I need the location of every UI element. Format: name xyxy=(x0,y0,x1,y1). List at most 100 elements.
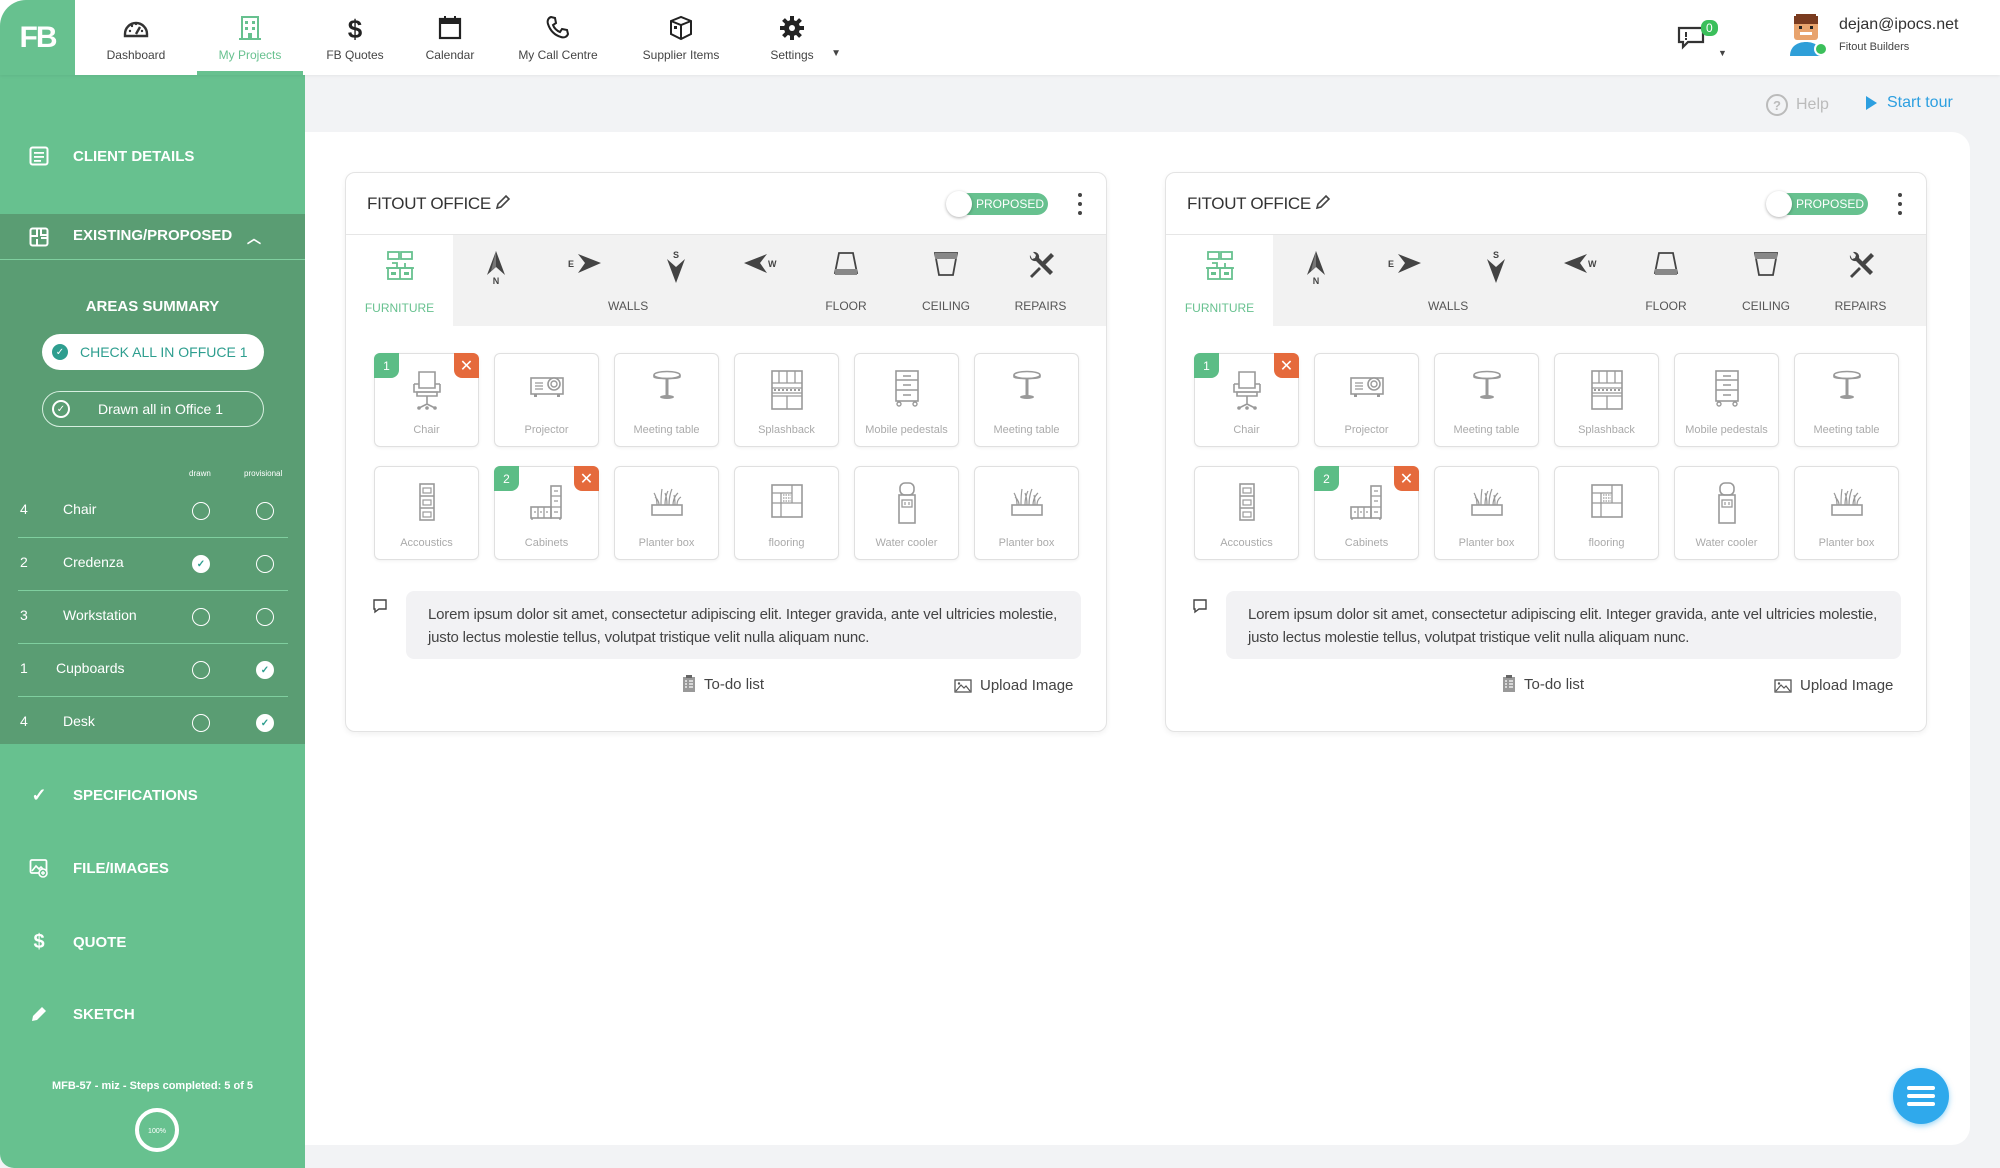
edit-pencil-icon[interactable] xyxy=(1315,194,1331,210)
furniture-tile[interactable]: Projector xyxy=(1314,353,1419,447)
notifications-button[interactable]: 0 ▼ xyxy=(1676,20,1727,62)
sidebar-item-file-images[interactable]: FILE/IMAGES xyxy=(0,853,305,883)
help-link[interactable]: ? Help xyxy=(1766,94,1829,116)
tab-floor[interactable]: FLOOR xyxy=(1636,235,1696,326)
furniture-tile[interactable]: Cabinets 2 ✕ xyxy=(494,466,599,560)
furniture-tile[interactable]: Meeting table xyxy=(1794,353,1899,447)
tab-label: REPAIRS xyxy=(1014,299,1067,313)
provisional-checkbox[interactable] xyxy=(256,661,274,679)
furniture-tile[interactable]: flooring xyxy=(734,466,839,560)
comment-text[interactable]: Lorem ipsum dolor sit amet, consectetur … xyxy=(1226,591,1901,659)
tab-wall-north[interactable]: N xyxy=(1286,235,1346,326)
user-email[interactable]: dejan@ipocs.net xyxy=(1839,16,1958,34)
furniture-tile[interactable]: Meeting table xyxy=(974,353,1079,447)
nav-my-call-centre[interactable]: My Call Centre xyxy=(493,0,623,75)
furniture-tile[interactable]: Cabinets 2 ✕ xyxy=(1314,466,1419,560)
nav-dashboard[interactable]: Dashboard xyxy=(75,0,197,75)
table-icon xyxy=(615,368,718,402)
furniture-tile[interactable]: Projector xyxy=(494,353,599,447)
furniture-tile[interactable]: Water cooler xyxy=(854,466,959,560)
menu-fab-button[interactable] xyxy=(1893,1068,1949,1124)
upload-image-button[interactable]: Upload Image xyxy=(954,677,1073,694)
provisional-checkbox[interactable] xyxy=(256,608,274,626)
nav-fb-quotes[interactable]: $ FB Quotes xyxy=(303,0,407,75)
sidebar-item-existing-proposed[interactable]: EXISTING/PROPOSED ︿ xyxy=(0,214,305,260)
remove-icon[interactable]: ✕ xyxy=(574,466,599,491)
tab-wall-south[interactable]: S xyxy=(1466,235,1526,326)
furniture-tile[interactable]: flooring xyxy=(1554,466,1659,560)
document-icon xyxy=(28,145,50,167)
more-options-icon[interactable] xyxy=(1076,193,1084,215)
furniture-tile[interactable]: Planter box xyxy=(1434,466,1539,560)
furniture-tile[interactable]: Splashback xyxy=(1554,353,1659,447)
provisional-checkbox[interactable] xyxy=(256,555,274,573)
tab-wall-west[interactable]: W xyxy=(1551,235,1611,326)
tab-furniture[interactable]: FURNITURE xyxy=(346,235,453,326)
drawn-checkbox[interactable] xyxy=(192,714,210,732)
provisional-checkbox[interactable] xyxy=(256,714,274,732)
tab-floor[interactable]: FLOOR xyxy=(816,235,876,326)
todo-list-button[interactable]: To-do list xyxy=(1502,675,1584,693)
app-logo[interactable]: FB xyxy=(0,0,75,75)
calendar-icon xyxy=(438,15,462,39)
furniture-tile[interactable]: Chair 1 ✕ xyxy=(1194,353,1299,447)
furniture-tile[interactable]: Meeting table xyxy=(614,353,719,447)
furniture-tile[interactable]: Meeting table xyxy=(1434,353,1539,447)
comment-text[interactable]: Lorem ipsum dolor sit amet, consectetur … xyxy=(406,591,1081,659)
tab-furniture[interactable]: FURNITURE xyxy=(1166,235,1273,326)
furniture-tile[interactable]: Mobile pedestals xyxy=(854,353,959,447)
drawn-all-button[interactable]: ✓ Drawn all in Office 1 xyxy=(42,391,264,427)
upload-image-button[interactable]: Upload Image xyxy=(1774,677,1893,694)
sidebar-item-quote[interactable]: $ QUOTE xyxy=(0,927,305,957)
remove-icon[interactable]: ✕ xyxy=(1394,466,1419,491)
sidebar-item-label: SKETCH xyxy=(73,1005,135,1023)
furniture-tile[interactable]: Planter box xyxy=(974,466,1079,560)
tab-ceiling[interactable]: CEILING xyxy=(911,235,981,326)
furniture-tile[interactable]: Water cooler xyxy=(1674,466,1779,560)
furniture-tile[interactable]: Mobile pedestals xyxy=(1674,353,1779,447)
nav-settings[interactable]: Settings ▼ xyxy=(739,0,845,75)
tab-wall-east[interactable]: E xyxy=(1374,235,1434,326)
drawn-checkbox[interactable] xyxy=(192,555,210,573)
furniture-tile[interactable]: Accoustics xyxy=(1194,466,1299,560)
projector-icon xyxy=(1315,368,1418,402)
tab-wall-north[interactable]: N xyxy=(466,235,526,326)
drawn-checkbox[interactable] xyxy=(192,661,210,679)
proposed-toggle[interactable]: PROPOSED xyxy=(946,191,1048,217)
furniture-tile[interactable]: Chair 1 ✕ xyxy=(374,353,479,447)
tab-wall-south[interactable]: S xyxy=(646,235,706,326)
image-icon xyxy=(954,678,972,693)
edit-pencil-icon[interactable] xyxy=(495,194,511,210)
remove-icon[interactable]: ✕ xyxy=(454,353,479,378)
start-tour-link[interactable]: Start tour xyxy=(1866,94,1953,112)
existing-proposed-section: EXISTING/PROPOSED ︿ AREAS SUMMARY ✓ CHEC… xyxy=(0,214,305,744)
tab-repairs[interactable]: REPAIRS xyxy=(1003,235,1078,326)
provisional-checkbox[interactable] xyxy=(256,502,274,520)
sidebar-item-sketch[interactable]: SKETCH xyxy=(0,999,305,1029)
avatar[interactable] xyxy=(1786,12,1828,56)
upload-label: Upload Image xyxy=(980,677,1074,694)
furniture-tile[interactable]: Splashback xyxy=(734,353,839,447)
check-all-button[interactable]: ✓ CHECK ALL IN OFFUCE 1 xyxy=(42,334,264,370)
gauge-icon xyxy=(123,21,149,37)
furniture-tile[interactable]: Accoustics xyxy=(374,466,479,560)
remove-icon[interactable]: ✕ xyxy=(1274,353,1299,378)
sidebar-item-specifications[interactable]: ✓ SPECIFICATIONS xyxy=(0,780,305,810)
drawn-checkbox[interactable] xyxy=(192,608,210,626)
tab-repairs[interactable]: REPAIRS xyxy=(1823,235,1898,326)
tab-wall-east[interactable]: E xyxy=(554,235,614,326)
proposed-toggle[interactable]: PROPOSED xyxy=(1766,191,1868,217)
nav-supplier-items[interactable]: Supplier Items xyxy=(623,0,739,75)
todo-list-button[interactable]: To-do list xyxy=(682,675,764,693)
more-options-icon[interactable] xyxy=(1896,193,1904,215)
check-circle-outline-icon: ✓ xyxy=(52,400,70,418)
tab-wall-west[interactable]: W xyxy=(731,235,791,326)
furniture-tile[interactable]: Planter box xyxy=(1794,466,1899,560)
nav-calendar[interactable]: Calendar xyxy=(407,0,493,75)
tab-ceiling[interactable]: CEILING xyxy=(1731,235,1801,326)
area-count: 2 xyxy=(20,554,28,570)
furniture-tile[interactable]: Planter box xyxy=(614,466,719,560)
drawn-checkbox[interactable] xyxy=(192,502,210,520)
sidebar-item-client-details[interactable]: CLIENT DETAILS xyxy=(0,141,305,171)
nav-my-projects[interactable]: My Projects xyxy=(197,0,303,75)
